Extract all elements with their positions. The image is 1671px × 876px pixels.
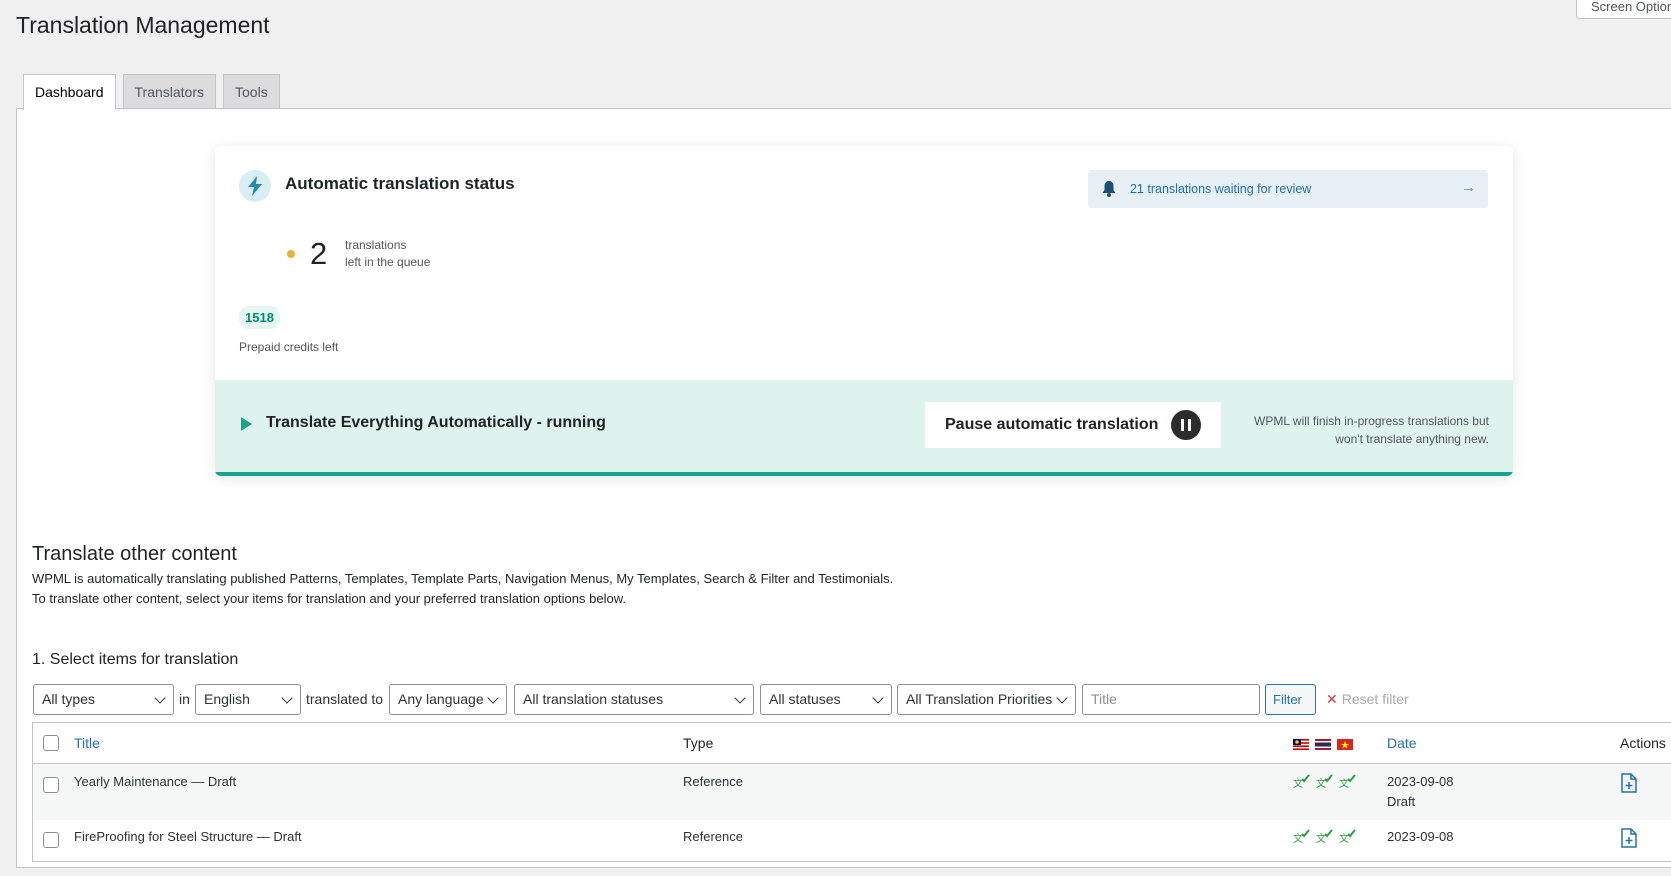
close-icon: ✕ xyxy=(1326,691,1338,707)
translated-to-label: translated to xyxy=(306,691,384,707)
pause-translation-button[interactable]: Pause automatic translation xyxy=(925,402,1221,448)
queue-count: 2 xyxy=(310,236,328,271)
svg-text:文: 文 xyxy=(1339,832,1349,845)
items-table: Title Type Date Actions Yearly Maintenan… xyxy=(32,722,1671,862)
select-items-heading: 1. Select items for translation xyxy=(32,651,239,668)
queue-status-dot xyxy=(287,250,295,258)
title-column-header[interactable]: Title xyxy=(74,735,100,751)
queue-label: translations xyxy=(345,238,407,252)
tab-tools[interactable]: Tools xyxy=(223,74,280,108)
title-search-input[interactable]: Title xyxy=(1082,684,1260,715)
translation-complete-icon[interactable]: 文 xyxy=(1316,829,1333,845)
review-notice-text: 21 translations waiting for review xyxy=(1130,182,1312,196)
filter-button[interactable]: Filter xyxy=(1265,684,1316,715)
translation-complete-icon[interactable]: 文 xyxy=(1316,774,1333,790)
table-header: Title Type Date Actions xyxy=(33,723,1671,764)
translation-running-bar: Translate Everything Automatically - run… xyxy=(215,380,1513,476)
translation-complete-icon[interactable]: 文 xyxy=(1339,829,1356,845)
chevron-down-icon xyxy=(154,692,166,704)
svg-text:文: 文 xyxy=(1293,832,1303,845)
reset-filter-label: Reset filter xyxy=(1341,691,1409,707)
th-flag-icon xyxy=(1315,739,1331,750)
type-column-header: Type xyxy=(683,735,714,751)
target-language-value: Any language xyxy=(398,691,484,707)
play-icon xyxy=(241,417,252,431)
automatic-translation-card: Automatic translation status 21 translat… xyxy=(215,146,1513,476)
credits-label: Prepaid credits left xyxy=(239,340,339,354)
translation-complete-icon[interactable]: 文 xyxy=(1293,829,1310,845)
pause-note-line-1: WPML will finish in-progress translation… xyxy=(1254,414,1489,428)
screen-options-button[interactable]: Screen Options xyxy=(1576,0,1671,19)
pause-note: WPML will finish in-progress translation… xyxy=(1254,412,1489,448)
row-status: Draft xyxy=(1387,794,1416,809)
tab-dashboard[interactable]: Dashboard xyxy=(23,74,116,110)
translation-status-icons: 文 文 文 xyxy=(1293,774,1356,790)
card-title: Automatic translation status xyxy=(285,174,515,193)
chevron-down-icon xyxy=(281,692,293,704)
row-date: 2023-09-08 xyxy=(1387,829,1454,844)
row-title[interactable]: FireProofing for Steel Structure — Draft xyxy=(74,829,302,844)
translation-complete-icon[interactable]: 文 xyxy=(1293,774,1310,790)
arrow-right-icon: → xyxy=(1461,179,1476,196)
priority-select[interactable]: All Translation Priorities xyxy=(897,684,1076,715)
type-select-value: All types xyxy=(42,691,95,707)
date-column-header[interactable]: Date xyxy=(1387,735,1417,751)
actions-column-header: Actions xyxy=(1620,735,1666,751)
target-language-select[interactable]: Any language xyxy=(389,684,507,715)
translation-status-select[interactable]: All translation statuses xyxy=(514,684,754,715)
pause-button-label: Pause automatic translation xyxy=(945,416,1159,433)
status-select[interactable]: All statuses xyxy=(760,684,892,715)
row-checkbox[interactable] xyxy=(43,777,59,793)
lightning-icon xyxy=(239,170,271,202)
add-translation-icon[interactable] xyxy=(1621,828,1637,848)
chevron-down-icon xyxy=(487,692,499,704)
chevron-down-icon xyxy=(872,692,884,704)
table-row: Yearly Maintenance — Draft Reference 文 文… xyxy=(33,764,1671,820)
ms-flag-icon xyxy=(1293,739,1309,750)
svg-text:文: 文 xyxy=(1316,832,1326,845)
other-content-instructions: To translate other content, select your … xyxy=(32,591,626,606)
in-label: in xyxy=(179,691,190,707)
table-row: FireProofing for Steel Structure — Draft… xyxy=(33,820,1671,876)
reset-filter-link[interactable]: ✕ Reset filter xyxy=(1326,691,1409,708)
source-language-value: English xyxy=(204,691,250,707)
chevron-down-icon xyxy=(1056,692,1068,704)
svg-text:文: 文 xyxy=(1339,777,1349,790)
other-content-description: WPML is automatically translating publis… xyxy=(32,571,894,586)
source-language-select[interactable]: English xyxy=(195,684,301,715)
chevron-down-icon xyxy=(734,692,746,704)
pause-note-line-2: won't translate anything new. xyxy=(1335,432,1489,446)
language-flags xyxy=(1293,739,1353,750)
row-title[interactable]: Yearly Maintenance — Draft xyxy=(74,774,236,789)
credits-badge: 1518 xyxy=(239,306,280,329)
row-date: 2023-09-08 xyxy=(1387,774,1454,789)
row-type: Reference xyxy=(683,774,743,789)
svg-text:文: 文 xyxy=(1316,777,1326,790)
select-all-checkbox[interactable] xyxy=(43,735,59,751)
page-title: Translation Management xyxy=(16,12,270,38)
vn-flag-icon xyxy=(1337,739,1353,750)
translation-status-icons: 文 文 文 xyxy=(1293,829,1356,845)
review-notice-link[interactable]: 21 translations waiting for review → xyxy=(1088,170,1488,208)
queue-sublabel: left in the queue xyxy=(345,255,431,269)
priority-select-value: All Translation Priorities xyxy=(906,691,1053,707)
svg-text:文: 文 xyxy=(1293,777,1303,790)
tab-bar: Dashboard Translators Tools xyxy=(23,74,280,110)
type-select[interactable]: All types xyxy=(33,684,174,715)
add-translation-icon[interactable] xyxy=(1621,773,1637,793)
pause-icon xyxy=(1171,410,1201,440)
translation-status-value: All translation statuses xyxy=(523,691,664,707)
running-status-text: Translate Everything Automatically - run… xyxy=(266,414,606,431)
other-content-heading: Translate other content xyxy=(32,543,237,565)
row-type: Reference xyxy=(683,829,743,844)
tab-translators[interactable]: Translators xyxy=(122,74,217,108)
status-select-value: All statuses xyxy=(769,691,841,707)
translation-complete-icon[interactable]: 文 xyxy=(1339,774,1356,790)
bell-icon xyxy=(1102,181,1116,200)
